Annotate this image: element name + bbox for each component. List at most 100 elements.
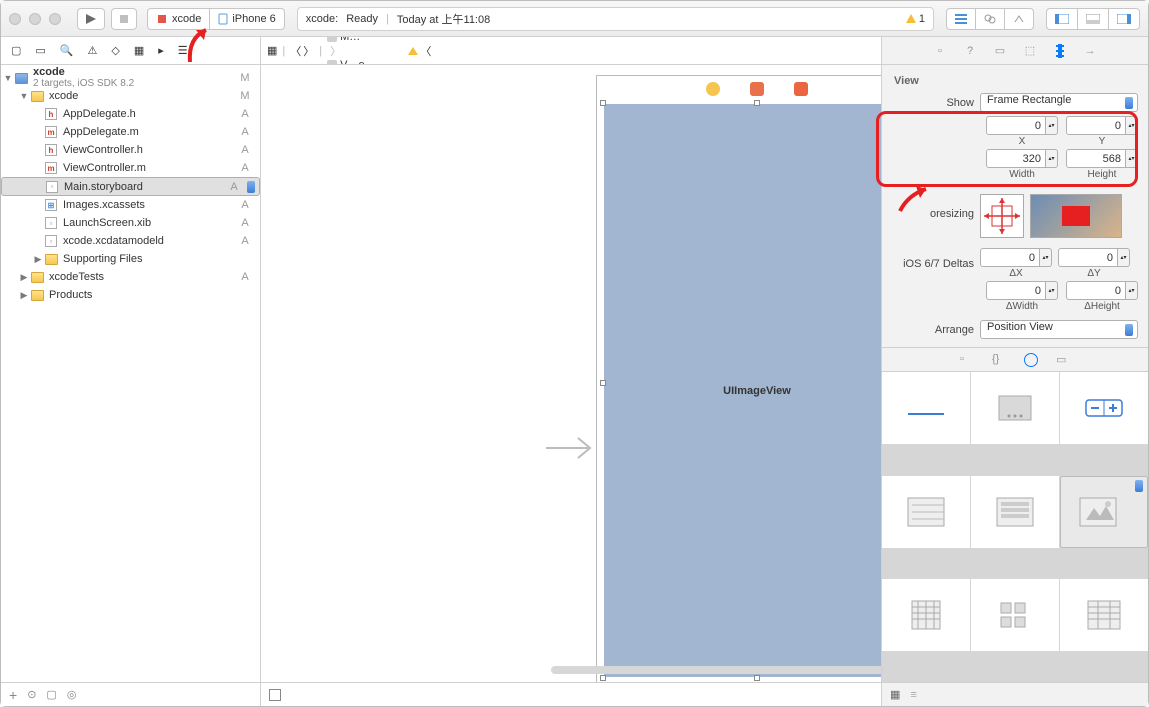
file-template-lib-icon[interactable]: ▫ xyxy=(960,353,974,367)
tree-row[interactable]: ▶Products xyxy=(1,286,260,304)
lib-item-textfield[interactable] xyxy=(882,476,970,548)
version-editor-button[interactable] xyxy=(1004,8,1034,30)
y-stepper[interactable]: ▴▾ xyxy=(1066,116,1138,135)
scheme-selector[interactable]: xcode xyxy=(147,8,210,30)
inspector-section-header: View xyxy=(894,75,1138,87)
assistant-editor-button[interactable] xyxy=(975,8,1005,30)
identity-inspector-icon[interactable]: ▭ xyxy=(993,44,1007,58)
file-inspector-icon[interactable]: ▫ xyxy=(933,44,947,58)
lib-item-imageview[interactable] xyxy=(1060,476,1148,548)
breadcrumb-item[interactable]: M… xyxy=(327,37,397,43)
project-nav-icon[interactable]: ▢ xyxy=(11,44,21,57)
dx-input[interactable] xyxy=(980,248,1040,267)
tree-row[interactable]: mAppDelegate.mA xyxy=(1,123,260,141)
project-root-row[interactable]: ▼ xcode 2 targets, iOS SDK 8.2 M xyxy=(1,69,260,87)
view-controller-scene-1[interactable]: UIImageView xyxy=(596,75,881,682)
tree-row[interactable]: mViewController.mA xyxy=(1,159,260,177)
tree-row[interactable]: ▼xcodeM xyxy=(1,87,260,105)
filter-recent-icon[interactable]: ⊙ xyxy=(27,688,36,701)
code-snippet-lib-icon[interactable]: {} xyxy=(992,353,1006,367)
tree-row[interactable]: hViewController.hA xyxy=(1,141,260,159)
tree-row[interactable]: ▶Supporting Files xyxy=(1,250,260,268)
jump-warning-icon[interactable] xyxy=(408,47,418,55)
filter-icon[interactable]: ◎ xyxy=(67,688,77,701)
jump-bar[interactable]: ▦ | 〈 〉 | xcode〉 x…〉 M…〉 M…〉 V…e〉 V…r〉 V… xyxy=(261,37,881,65)
vc-icon xyxy=(706,82,720,96)
dy-stepper[interactable]: ▴▾ xyxy=(1058,248,1130,267)
media-lib-icon[interactable]: ▭ xyxy=(1056,353,1070,367)
tree-row[interactable]: hAppDelegate.hA xyxy=(1,105,260,123)
tree-row[interactable]: ▶xcodeTestsA xyxy=(1,268,260,286)
y-input[interactable] xyxy=(1066,116,1126,135)
autoresizing-control[interactable] xyxy=(980,194,1024,238)
scheme-label: xcode xyxy=(172,13,201,25)
status-text: Ready xyxy=(346,13,378,25)
height-stepper[interactable]: ▴▾ xyxy=(1066,149,1138,168)
stop-button[interactable] xyxy=(111,8,137,30)
size-inspector-icon[interactable] xyxy=(1053,44,1067,58)
lib-item-slider[interactable] xyxy=(971,476,1059,548)
attributes-inspector-icon[interactable]: ⬚ xyxy=(1023,44,1037,58)
lib-item-label[interactable] xyxy=(882,372,970,444)
root-view-1[interactable]: UIImageView xyxy=(604,104,881,677)
debug-nav-icon[interactable]: ▦ xyxy=(134,44,144,57)
tree-row[interactable]: ▫xcode.xcdatamodeldA xyxy=(1,232,260,250)
destination-selector[interactable]: iPhone 6 xyxy=(209,8,284,30)
document-outline-toggle[interactable] xyxy=(269,689,281,701)
find-nav-icon[interactable]: 🔍 xyxy=(60,44,74,57)
width-input[interactable] xyxy=(986,149,1046,168)
x-label: X xyxy=(1019,136,1026,147)
forward-button[interactable]: 〉 xyxy=(303,43,314,59)
lib-item-segmented[interactable] xyxy=(1060,372,1148,444)
tree-row[interactable]: ▫Main.storyboardA xyxy=(1,177,260,196)
horizontal-scrollbar[interactable] xyxy=(551,666,881,674)
lib-view-list-icon[interactable]: ≡ xyxy=(910,689,916,701)
x-input[interactable] xyxy=(986,116,1046,135)
height-input[interactable] xyxy=(1066,149,1126,168)
interface-builder-canvas[interactable]: UIImageView View Contro UIImageVi xyxy=(261,65,881,682)
back-button[interactable]: 〈 xyxy=(290,43,301,59)
show-select[interactable]: Frame Rectangle xyxy=(980,93,1138,112)
dx-stepper[interactable]: ▴▾ xyxy=(980,248,1052,267)
lib-view-grid-icon[interactable]: ▦ xyxy=(890,688,900,701)
filter-scm-icon[interactable]: ▢ xyxy=(46,688,56,701)
dh-stepper[interactable]: ▴▾ xyxy=(1066,281,1138,300)
library-grid[interactable] xyxy=(882,372,1148,682)
min-dot[interactable] xyxy=(29,13,41,25)
zoom-dot[interactable] xyxy=(49,13,61,25)
standard-editor-button[interactable] xyxy=(946,8,976,30)
warning-indicator[interactable]: 1 xyxy=(906,13,925,25)
breakpoint-nav-icon[interactable]: ▸ xyxy=(158,44,164,57)
connections-inspector-icon[interactable]: → xyxy=(1083,44,1097,58)
close-dot[interactable] xyxy=(9,13,21,25)
quick-help-icon[interactable]: ? xyxy=(963,44,977,58)
toggle-debug-button[interactable] xyxy=(1077,8,1109,30)
toggle-navigator-button[interactable] xyxy=(1046,8,1078,30)
symbol-nav-icon[interactable]: ▭ xyxy=(35,44,45,57)
lib-item-collectionview[interactable] xyxy=(971,579,1059,651)
dh-input[interactable] xyxy=(1066,281,1126,300)
lib-item-button[interactable] xyxy=(971,372,1059,444)
lib-item-picker[interactable] xyxy=(1060,579,1148,651)
related-items-icon[interactable]: ▦ xyxy=(267,44,277,57)
tree-row[interactable]: ▫LaunchScreen.xibA xyxy=(1,214,260,232)
test-nav-icon[interactable]: ◇ xyxy=(111,44,119,57)
arrange-select[interactable]: Position View xyxy=(980,320,1138,339)
issue-nav-icon[interactable]: ⚠ xyxy=(88,44,98,57)
dw-input[interactable] xyxy=(986,281,1046,300)
x-stepper[interactable]: ▴▾ xyxy=(986,116,1058,135)
jump-nav-prev-icon[interactable]: 〈 xyxy=(420,43,431,59)
add-button[interactable]: + xyxy=(9,687,17,703)
width-stepper[interactable]: ▴▾ xyxy=(986,149,1058,168)
run-button[interactable] xyxy=(77,8,105,30)
report-nav-icon[interactable]: ☰ xyxy=(178,44,188,57)
dy-input[interactable] xyxy=(1058,248,1118,267)
file-icon xyxy=(29,287,45,303)
lib-item-tableview[interactable] xyxy=(882,579,970,651)
autoresizing-preview xyxy=(1030,194,1122,238)
toggle-utilities-button[interactable] xyxy=(1108,8,1140,30)
tree-row[interactable]: ⊞Images.xcassetsA xyxy=(1,196,260,214)
dw-stepper[interactable]: ▴▾ xyxy=(986,281,1058,300)
project-tree[interactable]: ▼ xcode 2 targets, iOS SDK 8.2 M ▼xcodeM… xyxy=(1,65,260,682)
object-lib-icon[interactable] xyxy=(1024,353,1038,367)
